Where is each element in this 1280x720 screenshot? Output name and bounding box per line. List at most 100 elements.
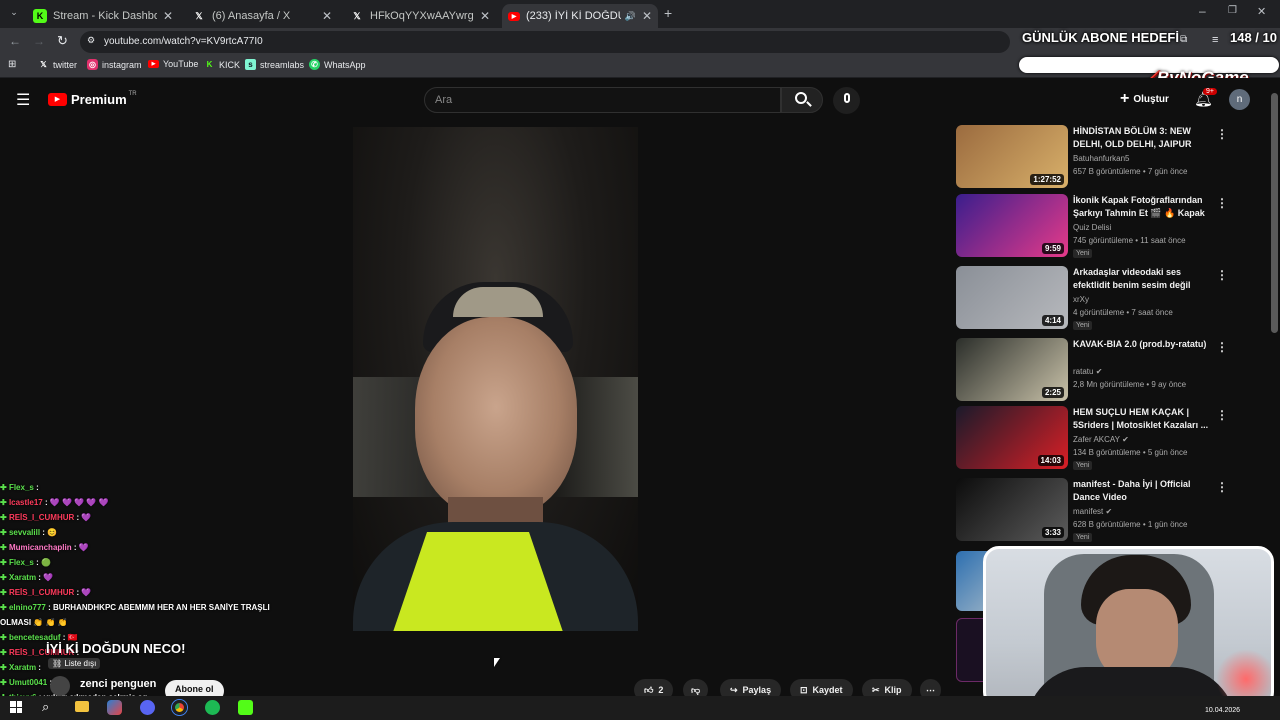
- tab-youtube-video[interactable]: ▶ (233) İYİ Kİ DOĞDUN NECO 🔊 ✕: [502, 4, 658, 28]
- more-vertical-icon[interactable]: ⋮: [1216, 340, 1228, 354]
- recommendation-thumbnail[interactable]: 14:03: [956, 406, 1068, 469]
- recommendation-card[interactable]: 2:25 KAVAK-BIA 2.0 (prod.by-ratatu) ratatu…: [956, 338, 1228, 402]
- tab-x-home[interactable]: 𝕏 (6) Anasayfa / X ✕: [186, 4, 338, 28]
- reading-list-icon[interactable]: ≡: [1212, 34, 1218, 46]
- recommendation-title[interactable]: HİNDİSTAN BÖLÜM 3: NEW DELHI, OLD DELHI,…: [1073, 125, 1211, 151]
- chat-badge-icon: ✚: [0, 678, 9, 687]
- recommendation-title[interactable]: KAVAK-BIA 2.0 (prod.by-ratatu): [1073, 338, 1211, 351]
- chat-username[interactable]: REİS_I_CUMHUR: [9, 588, 74, 597]
- guide-menu-icon[interactable]: ☰: [16, 90, 30, 110]
- recommendation-card[interactable]: 4:14 Arkadaşlar videodaki ses efektlidit …: [956, 266, 1228, 330]
- recommendation-card[interactable]: 3:33 manifest - Daha İyi | Official Dance…: [956, 478, 1228, 542]
- tab-kick-dashboard[interactable]: K Stream - Kick Dashboard ✕: [27, 4, 179, 28]
- forward-icon[interactable]: →: [33, 34, 45, 48]
- bookmark-whatsapp[interactable]: ✆ WhatsApp: [309, 59, 366, 70]
- chrome-icon[interactable]: [172, 700, 187, 715]
- chat-username[interactable]: lcastle17: [9, 498, 43, 507]
- file-explorer-icon[interactable]: [75, 701, 89, 712]
- maximize-window-icon[interactable]: ❐: [1228, 5, 1237, 16]
- bookmark-twitter[interactable]: 𝕏 twitter: [38, 59, 77, 70]
- close-tab-icon[interactable]: ✕: [642, 9, 652, 23]
- recommendation-card[interactable]: 1:27:52 HİNDİSTAN BÖLÜM 3: NEW DELHI, OLD…: [956, 125, 1228, 189]
- recommendation-thumbnail[interactable]: 1:27:52: [956, 125, 1068, 188]
- close-tab-icon[interactable]: ✕: [163, 9, 173, 23]
- url-text[interactable]: youtube.com/watch?v=KV9rtcA77I0: [104, 36, 263, 47]
- back-icon[interactable]: ←: [9, 34, 21, 48]
- site-info-icon[interactable]: ⚙: [87, 35, 95, 46]
- discord-icon[interactable]: [140, 700, 155, 715]
- recommendation-card[interactable]: 9:59 İkonik Kapak Fotoğraflarından Şarkıy…: [956, 194, 1228, 258]
- spotify-icon[interactable]: [205, 700, 220, 715]
- recommendation-title[interactable]: Arkadaşlar videodaki ses efektlidit beni…: [1073, 266, 1211, 292]
- bookmark-streamlabs[interactable]: s streamlabs: [245, 59, 304, 70]
- chat-message: ✚ Flex_s : 🟢: [0, 555, 290, 570]
- channel-name[interactable]: zenci penguen: [80, 678, 156, 690]
- create-button[interactable]: + Oluştur: [1120, 90, 1169, 108]
- tab-search-chevron-icon[interactable]: ⌄: [6, 7, 22, 21]
- page-scrollbar[interactable]: [1271, 93, 1278, 333]
- x-icon: 𝕏: [195, 10, 203, 21]
- voice-search-button[interactable]: [833, 87, 860, 114]
- bookmark-kick[interactable]: K KICK: [204, 59, 240, 70]
- close-tab-icon[interactable]: ✕: [480, 9, 490, 23]
- recommendation-title[interactable]: HEM SUÇLU HEM KAÇAK | 5Sriders | Motosik…: [1073, 406, 1211, 432]
- recommendation-title[interactable]: İkonik Kapak Fotoğraflarından Şarkıyı Ta…: [1073, 194, 1211, 222]
- save-icon: ⊡: [800, 684, 808, 695]
- recommendation-thumbnail[interactable]: 9:59: [956, 194, 1068, 257]
- windows-icon[interactable]: [10, 701, 22, 713]
- more-vertical-icon[interactable]: ⋮: [1216, 408, 1228, 422]
- more-vertical-icon[interactable]: ⋮: [1216, 480, 1228, 494]
- address-bar[interactable]: ⚙ youtube.com/watch?v=KV9rtcA77I0: [80, 31, 1010, 53]
- recommendation-thumbnail[interactable]: 3:33: [956, 478, 1068, 541]
- recommendation-channel[interactable]: Batuhanfurkan5: [1073, 154, 1130, 163]
- close-tab-icon[interactable]: ✕: [322, 9, 332, 23]
- recommendation-channel[interactable]: xrXy: [1073, 295, 1089, 304]
- recommendation-channel[interactable]: Quiz Delisi: [1073, 223, 1111, 232]
- recommendation-channel[interactable]: ratatu ✔: [1073, 367, 1102, 376]
- more-vertical-icon[interactable]: ⋮: [1216, 268, 1228, 282]
- taskbar-date[interactable]: 10.04.2026: [1205, 707, 1240, 714]
- chat-username[interactable]: Xaratm: [9, 663, 36, 672]
- chat-username[interactable]: Umut0041: [9, 678, 47, 687]
- extensions-icon[interactable]: ⧉: [1180, 34, 1187, 45]
- avatar[interactable]: n: [1229, 89, 1250, 110]
- chat-username[interactable]: sevvalill: [9, 528, 40, 537]
- tab-title: (6) Anasayfa / X: [212, 10, 291, 22]
- recommendation-channel[interactable]: Zafer AKCAY ✔: [1073, 435, 1129, 444]
- channel-name: Zafer AKCAY: [1073, 435, 1120, 444]
- notifications-button[interactable]: 🔔︎ 9+: [1194, 88, 1217, 109]
- new-tab-button[interactable]: +: [664, 5, 672, 21]
- speaker-icon[interactable]: 🔊: [625, 11, 636, 22]
- chat-username[interactable]: Mumicanchaplin: [9, 543, 72, 552]
- minimize-window-icon[interactable]: –: [1199, 4, 1206, 18]
- recommendation-thumbnail[interactable]: 2:25: [956, 338, 1068, 401]
- youtube-icon: ▶: [508, 11, 520, 21]
- chat-username[interactable]: elnino777: [9, 603, 46, 612]
- bookmark-youtube[interactable]: ▶ YouTube: [148, 59, 198, 69]
- kick-app-icon[interactable]: [238, 700, 253, 715]
- channel-avatar[interactable]: [50, 676, 70, 696]
- app-icon[interactable]: [107, 700, 122, 715]
- chat-username[interactable]: REİS_I_CUMHUR: [9, 513, 74, 522]
- chat-username[interactable]: Flex_s: [9, 558, 34, 567]
- bookmark-instagram[interactable]: ◎ instagram: [87, 59, 142, 70]
- video-player[interactable]: [353, 127, 638, 631]
- recommendation-title[interactable]: manifest - Daha İyi | Official Dance Vid…: [1073, 478, 1211, 504]
- recommendation-card[interactable]: 14:03 HEM SUÇLU HEM KAÇAK | 5Sriders | Mo…: [956, 406, 1228, 470]
- search-button[interactable]: [781, 87, 823, 113]
- search-input[interactable]: Ara: [424, 87, 781, 113]
- chat-username[interactable]: Xaratm: [9, 573, 36, 582]
- chat-username[interactable]: Flex_s: [9, 483, 34, 492]
- more-vertical-icon[interactable]: ⋮: [1216, 127, 1228, 141]
- search-icon[interactable]: ⌕: [42, 699, 49, 715]
- youtube-premium-logo[interactable]: ▶ Premium TR: [48, 91, 137, 107]
- apps-grid-icon[interactable]: ⊞: [8, 59, 16, 70]
- video-duration: 3:33: [1041, 527, 1064, 538]
- tab-x-image[interactable]: 𝕏 HFkOqYYXwAAYwrg (1536×204 ✕: [344, 4, 496, 28]
- share-label: Paylaş: [742, 685, 772, 695]
- recommendation-thumbnail[interactable]: 4:14: [956, 266, 1068, 329]
- close-window-icon[interactable]: ✕: [1257, 5, 1266, 18]
- recommendation-channel[interactable]: manifest ✔: [1073, 507, 1112, 516]
- reload-icon[interactable]: ↻: [57, 33, 68, 49]
- more-vertical-icon[interactable]: ⋮: [1216, 196, 1228, 210]
